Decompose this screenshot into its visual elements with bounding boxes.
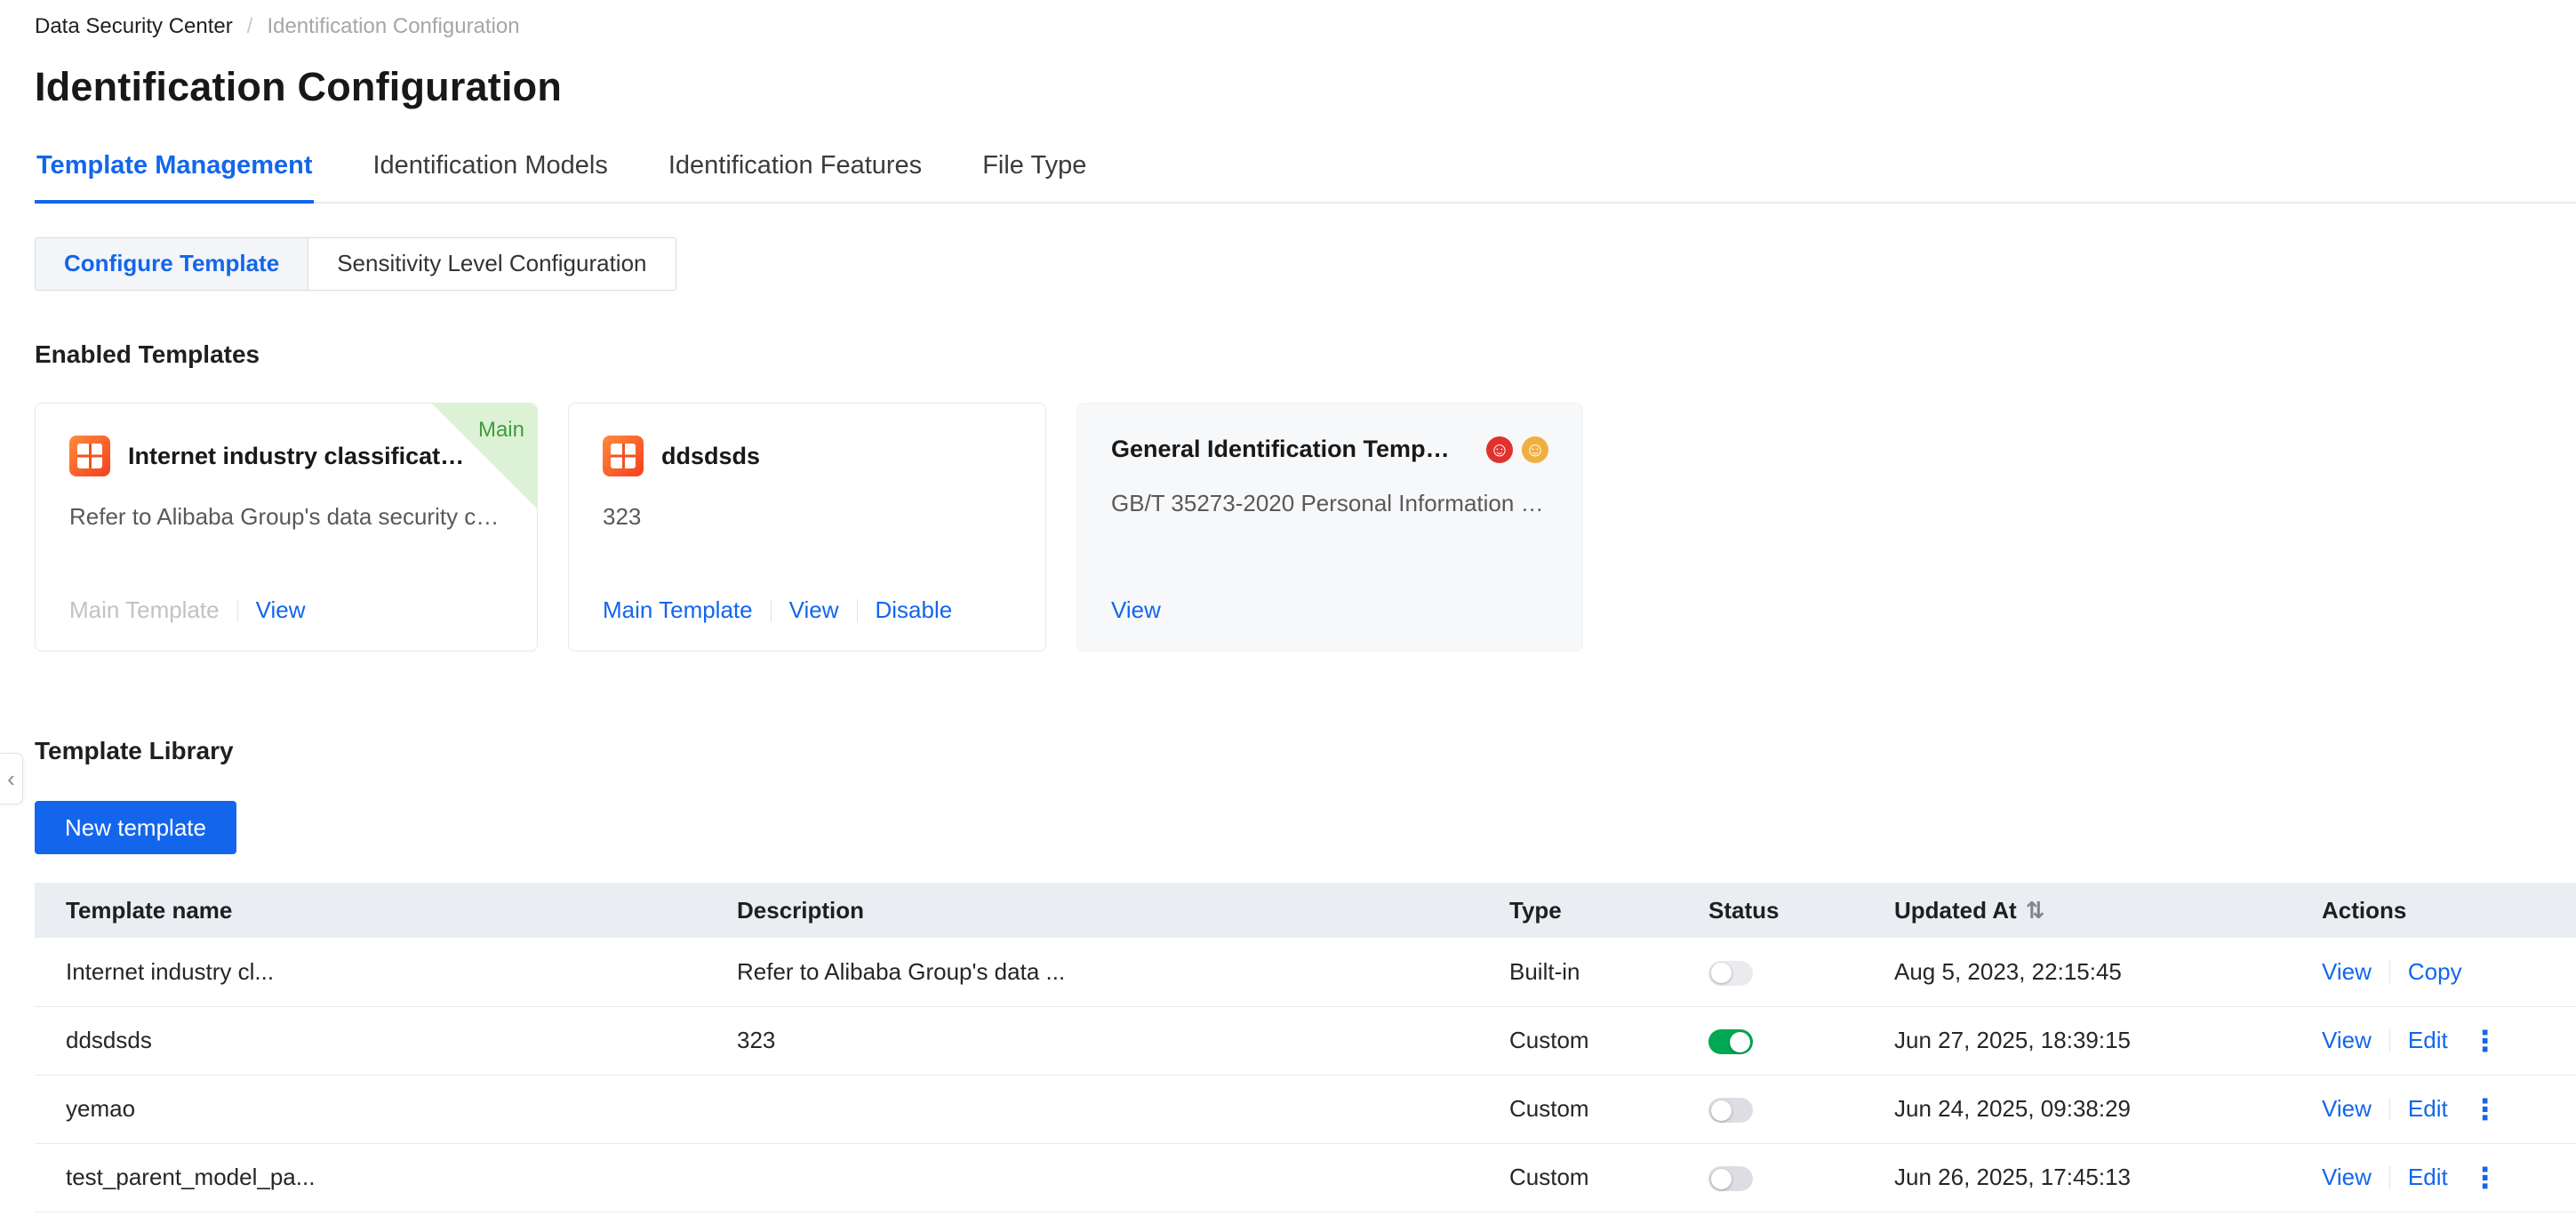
tab-file-type[interactable]: File Type bbox=[980, 151, 1088, 202]
cell-type: Custom bbox=[1509, 1143, 1708, 1212]
template-library-table: Template name Description Type Status Up… bbox=[35, 883, 2576, 1232]
view-link[interactable]: View bbox=[789, 596, 839, 624]
col-type: Type bbox=[1509, 883, 1708, 938]
sidebar-collapse-handle[interactable]: ‹ bbox=[0, 753, 23, 804]
edit-link[interactable]: Edit bbox=[2408, 1027, 2448, 1054]
divider bbox=[2389, 1166, 2390, 1189]
template-icon bbox=[69, 436, 110, 476]
card-description: GB/T 35273-2020 Personal Information S..… bbox=[1111, 490, 1548, 517]
view-link[interactable]: View bbox=[2322, 1095, 2372, 1123]
cell-type: Built-in bbox=[1509, 938, 1708, 1006]
subtab-group: Configure Template Sensitivity Level Con… bbox=[35, 237, 676, 291]
card-title: General Identification Template bbox=[1111, 436, 1456, 463]
sort-icon[interactable]: ⇅ bbox=[2026, 897, 2045, 924]
view-link[interactable]: View bbox=[2322, 1164, 2372, 1191]
status-toggle[interactable] bbox=[1708, 1029, 1753, 1054]
tab-identification-features[interactable]: Identification Features bbox=[667, 151, 924, 202]
view-link[interactable]: View bbox=[2322, 1027, 2372, 1054]
cell-type: Custom bbox=[1509, 1075, 1708, 1143]
more-actions-icon[interactable]: ⋮ bbox=[2471, 1095, 2500, 1124]
cell-description: Refer to Alibaba Group's data ... bbox=[737, 938, 1509, 1006]
cell-template-name: test_parent_model_pa... bbox=[35, 1143, 737, 1212]
col-status: Status bbox=[1708, 883, 1894, 938]
main-ribbon-label: Main bbox=[478, 418, 524, 443]
col-template-name: Template name bbox=[35, 883, 737, 938]
template-card-ddsdsds: ddsdsds 323 Main Template View Disable bbox=[568, 403, 1046, 652]
card-description: 323 bbox=[603, 503, 1012, 531]
main-template-link[interactable]: Main Template bbox=[603, 596, 753, 624]
divider bbox=[2389, 960, 2390, 983]
subtab-sensitivity-level-configuration[interactable]: Sensitivity Level Configuration bbox=[308, 238, 675, 290]
badge-group: ☺ ☺ bbox=[1486, 436, 1548, 463]
view-link[interactable]: View bbox=[2322, 958, 2372, 986]
new-template-button[interactable]: New template bbox=[35, 801, 236, 854]
cell-description bbox=[737, 1075, 1509, 1143]
table-row: Internet industry cl... Refer to Alibaba… bbox=[35, 938, 2576, 1006]
cell-updated-at: Jun 26, 2025, 17:24:08 bbox=[1894, 1212, 2322, 1232]
status-toggle[interactable] bbox=[1708, 1166, 1753, 1191]
cell-template-name: test_parent_model bbox=[35, 1212, 737, 1232]
enabled-templates-cards: Main Internet industry classification cl… bbox=[35, 403, 2576, 652]
red-face-badge-icon: ☺ bbox=[1486, 436, 1513, 463]
edit-link[interactable]: Edit bbox=[2408, 1164, 2448, 1191]
cell-template-name: yemao bbox=[35, 1075, 737, 1143]
status-toggle[interactable] bbox=[1708, 961, 1753, 986]
breadcrumb-root-link[interactable]: Data Security Center bbox=[35, 14, 233, 39]
table-row: test_parent_model Custom Jun 26, 2025, 1… bbox=[35, 1212, 2576, 1232]
cell-updated-at: Jun 27, 2025, 18:39:15 bbox=[1894, 1006, 2322, 1075]
table-row: ddsdsds 323 Custom Jun 27, 2025, 18:39:1… bbox=[35, 1006, 2576, 1075]
tab-identification-models[interactable]: Identification Models bbox=[371, 151, 609, 202]
card-title: Internet industry classification clas... bbox=[128, 443, 466, 470]
divider bbox=[2389, 1029, 2390, 1052]
card-description: Refer to Alibaba Group's data security c… bbox=[69, 503, 503, 531]
yellow-face-badge-icon: ☺ bbox=[1522, 436, 1548, 463]
divider bbox=[771, 599, 772, 622]
tab-bar: Template Management Identification Model… bbox=[35, 151, 2576, 204]
cell-description bbox=[737, 1212, 1509, 1232]
cell-type: Custom bbox=[1509, 1212, 1708, 1232]
breadcrumb-current: Identification Configuration bbox=[267, 14, 519, 39]
table-row: yemao Custom Jun 24, 2025, 09:38:29 View… bbox=[35, 1075, 2576, 1143]
cell-updated-at: Jun 26, 2025, 17:45:13 bbox=[1894, 1143, 2322, 1212]
tab-template-management[interactable]: Template Management bbox=[35, 151, 314, 202]
cell-updated-at: Jun 24, 2025, 09:38:29 bbox=[1894, 1075, 2322, 1143]
cell-description bbox=[737, 1143, 1509, 1212]
table-header-row: Template name Description Type Status Up… bbox=[35, 883, 2576, 938]
divider bbox=[2389, 1098, 2390, 1121]
breadcrumb: Data Security Center / Identification Co… bbox=[35, 14, 2576, 39]
breadcrumb-separator: / bbox=[247, 14, 253, 39]
cell-template-name: ddsdsds bbox=[35, 1006, 737, 1075]
identification-configuration-page: Data Security Center / Identification Co… bbox=[0, 0, 2576, 1232]
edit-link[interactable]: Edit bbox=[2408, 1095, 2448, 1123]
enabled-templates-heading: Enabled Templates bbox=[35, 340, 2576, 369]
view-link[interactable]: View bbox=[1111, 596, 1161, 624]
template-card-general-identification: General Identification Template ☺ ☺ GB/T… bbox=[1076, 403, 1583, 652]
template-icon bbox=[603, 436, 644, 476]
col-updated-at: Updated At ⇅ bbox=[1894, 883, 2322, 938]
disable-link[interactable]: Disable bbox=[876, 596, 953, 624]
template-library-heading: Template Library bbox=[35, 737, 2576, 765]
col-description: Description bbox=[737, 883, 1509, 938]
table-row: test_parent_model_pa... Custom Jun 26, 2… bbox=[35, 1143, 2576, 1212]
divider bbox=[237, 599, 238, 622]
main-template-action: Main Template bbox=[69, 596, 220, 624]
chevron-left-icon: ‹ bbox=[7, 765, 15, 793]
cell-template-name: Internet industry cl... bbox=[35, 938, 737, 1006]
copy-link[interactable]: Copy bbox=[2408, 958, 2462, 986]
col-actions: Actions bbox=[2322, 883, 2576, 938]
more-actions-icon[interactable]: ⋮ bbox=[2471, 1164, 2500, 1192]
subtab-configure-template[interactable]: Configure Template bbox=[36, 238, 308, 290]
cell-type: Custom bbox=[1509, 1006, 1708, 1075]
cell-description: 323 bbox=[737, 1006, 1509, 1075]
card-title: ddsdsds bbox=[661, 443, 760, 470]
status-toggle[interactable] bbox=[1708, 1098, 1753, 1123]
more-actions-icon[interactable]: ⋮ bbox=[2471, 1027, 2500, 1055]
divider bbox=[857, 599, 858, 622]
cell-updated-at: Aug 5, 2023, 22:15:45 bbox=[1894, 938, 2322, 1006]
page-title: Identification Configuration bbox=[35, 64, 2576, 110]
view-link[interactable]: View bbox=[256, 596, 306, 624]
template-card-internet-industry: Main Internet industry classification cl… bbox=[35, 403, 538, 652]
